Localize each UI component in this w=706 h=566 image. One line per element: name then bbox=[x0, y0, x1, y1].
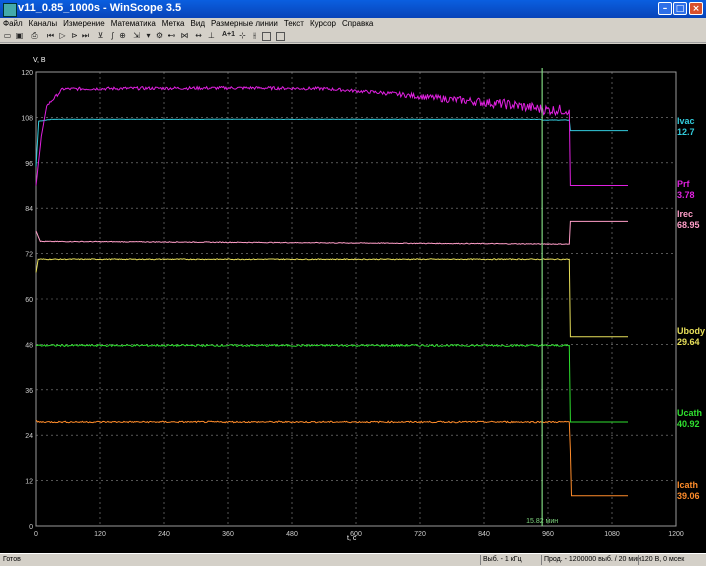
grid bbox=[35, 71, 677, 527]
window-title: v11_0.85_1000s - WinScope 3.5 bbox=[18, 2, 182, 14]
last-frame-icon[interactable]: ⏭ bbox=[81, 31, 90, 40]
series-line-ubody bbox=[35, 258, 628, 338]
vertical-cursor-icon[interactable]: ⫲ bbox=[250, 31, 259, 40]
x-tick-label: 480 bbox=[286, 531, 298, 538]
cursor-icon[interactable]: ⇲ bbox=[132, 31, 141, 40]
settings-icon[interactable]: ⚙ bbox=[155, 31, 164, 40]
series-line-ucath bbox=[36, 343, 628, 423]
grid-toggle-icon[interactable] bbox=[276, 32, 285, 41]
status-duration: Прод. - 1200000 выб. / 20 мин bbox=[544, 556, 641, 563]
y-axis-label: V, B bbox=[33, 57, 46, 64]
channel-legend: Ivac12.7 Prf3.78 Irec68.95 Ubody29.64 Ucath4… bbox=[677, 116, 705, 501]
title-bar: v11_0.85_1000s - WinScope 3.5 – □ × bbox=[0, 0, 706, 18]
series-line-icath bbox=[35, 419, 628, 497]
legend-value-ivac: 12.7 bbox=[677, 127, 695, 137]
legend-name-icath: Icath bbox=[677, 480, 698, 490]
open-icon[interactable]: ▭ bbox=[3, 31, 12, 40]
crosshair-icon[interactable]: ⊹ bbox=[238, 31, 247, 40]
menu-help[interactable]: Справка bbox=[339, 18, 376, 30]
legend-value-prf: 3.78 bbox=[677, 190, 695, 200]
x-tick-label: 840 bbox=[478, 531, 490, 538]
series-line-irec bbox=[35, 220, 628, 246]
status-divider bbox=[638, 555, 639, 565]
waveform-chart[interactable]: 0 120 240 360 480 600 720 840 960 1080 12000122436… bbox=[0, 44, 706, 553]
legend-name-ivac: Ivac bbox=[677, 116, 695, 126]
status-bar: Готов Выб. - 1 кГц Прод. - 1200000 выб. … bbox=[0, 553, 706, 566]
x-axis-label: t, c bbox=[347, 535, 357, 542]
y-tick-label: 24 bbox=[25, 433, 33, 440]
status-divider bbox=[480, 555, 481, 565]
status-sample-rate: Выб. - 1 кГц bbox=[483, 556, 522, 563]
maximize-button[interactable]: □ bbox=[673, 2, 687, 15]
pattern-icon[interactable]: ⋈ bbox=[180, 31, 189, 40]
legend-value-ucath: 40.92 bbox=[677, 419, 700, 429]
x-tick-label: 360 bbox=[222, 531, 234, 538]
play-icon[interactable]: ▷ bbox=[58, 31, 67, 40]
y-tick-label: 36 bbox=[25, 388, 33, 395]
axes: 0 120 240 360 480 600 720 840 960 1080 12000122436… bbox=[21, 70, 684, 538]
status-ready: Готов bbox=[3, 556, 21, 563]
close-button[interactable]: × bbox=[689, 2, 703, 15]
y-tick-label: 48 bbox=[25, 342, 33, 349]
first-frame-icon[interactable]: ⏮ bbox=[46, 31, 55, 40]
time-cursor[interactable]: 15.82 мин bbox=[526, 68, 558, 526]
x-tick-label: 120 bbox=[94, 531, 106, 538]
measure-line-icon[interactable]: ↔ bbox=[194, 31, 203, 40]
plot-area[interactable]: 0 120 240 360 480 600 720 840 960 1080 1200 0 12 24 36… bbox=[0, 44, 706, 553]
minimize-button[interactable]: – bbox=[658, 2, 672, 15]
legend-value-icath: 39.06 bbox=[677, 491, 700, 501]
menu-text[interactable]: Текст bbox=[281, 18, 307, 30]
text-tool-icon[interactable]: A+1 bbox=[222, 31, 235, 38]
series-line-prf bbox=[35, 85, 628, 186]
y-tick-label: 0 bbox=[29, 524, 33, 531]
y-tick-label: 108 bbox=[21, 115, 33, 122]
zoom-icon[interactable]: ⊕ bbox=[118, 31, 127, 40]
menu-view[interactable]: Вид bbox=[188, 18, 208, 30]
legend-name-irec: Irec bbox=[677, 209, 693, 219]
vertical-bar-icon[interactable]: ⊥ bbox=[207, 31, 216, 40]
x-tick-label: 0 bbox=[34, 531, 38, 538]
toolbar: ▭ ▣ ⎙ ⏮ ▷ ⊳ ⏭ ⊻ ∫ ⊕ ⇲ ▾ ⚙ ⊷ ⋈ ↔ ⊥ A+1 ⊹ … bbox=[0, 30, 706, 43]
x-tick-label: 1200 bbox=[668, 531, 684, 538]
app-icon bbox=[3, 3, 17, 17]
print-icon[interactable]: ⎙ bbox=[30, 31, 39, 40]
y-tick-label: 84 bbox=[25, 206, 33, 213]
y-tick-label: 12 bbox=[25, 479, 33, 486]
menu-file[interactable]: Файл bbox=[0, 18, 26, 30]
horizontal-cursor-icon[interactable] bbox=[262, 32, 271, 41]
app-window: v11_0.85_1000s - WinScope 3.5 – □ × Файл… bbox=[0, 0, 706, 566]
cursor-time-label: 15.82 мин bbox=[526, 518, 558, 525]
step-forward-icon[interactable]: ⊳ bbox=[70, 31, 79, 40]
menu-math[interactable]: Математика bbox=[108, 18, 159, 30]
menu-bar: Файл Каналы Измерение Математика Метка Вид Раз… bbox=[0, 18, 706, 30]
dimension-icon[interactable]: ⊷ bbox=[167, 31, 176, 40]
menu-cursor[interactable]: Курсор bbox=[307, 18, 339, 30]
series-layer bbox=[35, 85, 628, 497]
series-line-ivac bbox=[35, 118, 628, 167]
legend-name-prf: Prf bbox=[677, 179, 691, 189]
status-readout: 120 В, 0 мсек bbox=[641, 556, 685, 563]
x-tick-label: 240 bbox=[158, 531, 170, 538]
menu-marker[interactable]: Метка bbox=[159, 18, 188, 30]
integrate-icon[interactable]: ∫ bbox=[108, 31, 117, 40]
legend-value-irec: 68.95 bbox=[677, 220, 700, 230]
y-tick-label: 96 bbox=[25, 161, 33, 168]
fft-icon[interactable]: ⊻ bbox=[96, 31, 105, 40]
x-tick-label: 720 bbox=[414, 531, 426, 538]
x-tick-label: 960 bbox=[542, 531, 554, 538]
legend-name-ubody: Ubody bbox=[677, 326, 705, 336]
menu-measure[interactable]: Измерение bbox=[60, 18, 108, 30]
marker-icon[interactable]: ▾ bbox=[144, 31, 153, 40]
menu-channels[interactable]: Каналы bbox=[26, 18, 60, 30]
status-divider bbox=[541, 555, 542, 565]
menu-dimension-lines[interactable]: Размерные линии bbox=[208, 18, 281, 30]
legend-name-ucath: Ucath bbox=[677, 408, 702, 418]
y-tick-label: 60 bbox=[25, 297, 33, 304]
y-tick-label: 120 bbox=[21, 70, 33, 77]
save-icon[interactable]: ▣ bbox=[15, 31, 24, 40]
x-tick-label: 1080 bbox=[604, 531, 620, 538]
y-tick-label: 72 bbox=[25, 252, 33, 259]
legend-value-ubody: 29.64 bbox=[677, 337, 700, 347]
